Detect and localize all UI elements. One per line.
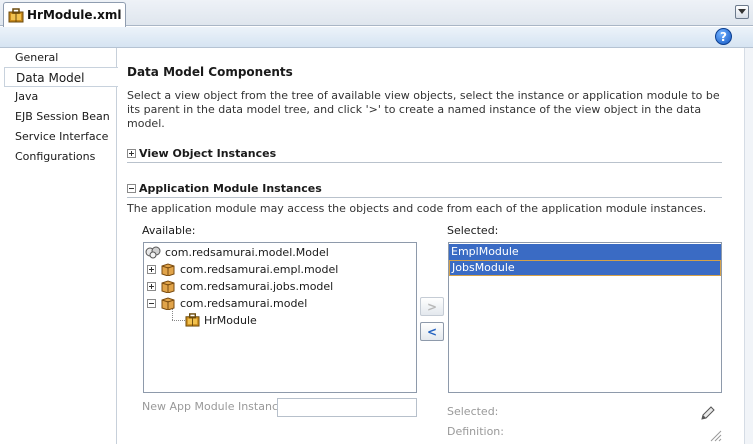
- tree-connector: [172, 309, 173, 320]
- tab-hrmodule-xml[interactable]: HrModule.xml: [3, 2, 126, 27]
- selected-label: Selected:: [447, 224, 499, 237]
- tree-node-label: com.redsamurai.model: [180, 296, 308, 310]
- tree-leaf-label: HrModule: [204, 313, 257, 327]
- tab-list-dropdown-button[interactable]: [735, 5, 749, 19]
- editor-tab-bar: HrModule.xml: [0, 0, 753, 27]
- package-icon: [161, 279, 175, 293]
- help-toolbar: ?: [0, 27, 753, 48]
- move-right-button[interactable]: >: [420, 297, 444, 316]
- data-model-panel: Data Model Components Select a view obje…: [118, 48, 753, 444]
- nav-item-configurations[interactable]: Configurations: [4, 147, 117, 167]
- package-icon: [161, 262, 175, 276]
- page-description: Select a view object from the tree of av…: [127, 89, 720, 130]
- page-title: Data Model Components: [127, 65, 293, 79]
- application-module-icon: [8, 7, 24, 22]
- edit-icon[interactable]: [700, 405, 716, 421]
- tree-connector: [172, 320, 185, 321]
- expand-icon[interactable]: [127, 149, 136, 158]
- model-project-icon: [145, 246, 161, 259]
- move-left-button[interactable]: <: [420, 322, 444, 341]
- application-module-icon: [185, 313, 200, 327]
- expand-icon[interactable]: [147, 264, 156, 274]
- editor-navigation: General Data Model Java EJB Session Bean…: [4, 48, 118, 444]
- list-item[interactable]: EmplModule: [449, 244, 721, 260]
- expand-icon[interactable]: [147, 281, 156, 291]
- available-tree[interactable]: com.redsamurai.model.Model com.redsamura…: [143, 242, 417, 393]
- nav-item-data-model[interactable]: Data Model: [4, 67, 118, 87]
- tree-leaf[interactable]: HrModule: [185, 312, 257, 328]
- help-icon[interactable]: ?: [715, 28, 732, 45]
- tree-node[interactable]: com.redsamurai.empl.model: [147, 261, 338, 277]
- tree-root-label: com.redsamurai.model.Model: [165, 245, 329, 259]
- tree-root[interactable]: com.redsamurai.model.Model: [145, 244, 329, 260]
- info-definition-label: Definition:: [447, 425, 504, 438]
- new-instance-input[interactable]: [277, 398, 417, 417]
- nav-item-java[interactable]: Java: [4, 87, 117, 107]
- tree-node-label: com.redsamurai.empl.model: [180, 262, 339, 276]
- view-object-instances-header[interactable]: View Object Instances: [127, 147, 722, 163]
- list-item[interactable]: JobsModule: [449, 260, 721, 276]
- nav-item-service-interface[interactable]: Service Interface: [4, 127, 117, 147]
- collapse-icon[interactable]: [147, 298, 156, 308]
- tree-node[interactable]: com.redsamurai.jobs.model: [147, 278, 333, 294]
- application-module-instances-header[interactable]: Application Module Instances: [127, 182, 722, 198]
- new-instance-label: New App Module Instance:: [142, 400, 289, 413]
- section-label: Application Module Instances: [139, 182, 322, 195]
- chevron-down-icon: [738, 9, 746, 14]
- selected-list[interactable]: EmplModule JobsModule: [448, 242, 722, 393]
- nav-item-general[interactable]: General: [4, 48, 117, 68]
- resize-grip-icon[interactable]: [708, 428, 722, 442]
- package-icon: [161, 296, 175, 310]
- vertical-scrollbar[interactable]: [744, 48, 753, 444]
- info-selected-label: Selected:: [447, 405, 499, 418]
- available-label: Available:: [142, 224, 196, 237]
- tab-label: HrModule.xml: [27, 8, 122, 22]
- nav-item-ejb-session-bean[interactable]: EJB Session Bean: [4, 107, 117, 127]
- collapse-icon[interactable]: [127, 184, 136, 193]
- section-description: The application module may access the ob…: [127, 202, 707, 215]
- section-label: View Object Instances: [139, 147, 277, 160]
- tree-node-label: com.redsamurai.jobs.model: [180, 279, 334, 293]
